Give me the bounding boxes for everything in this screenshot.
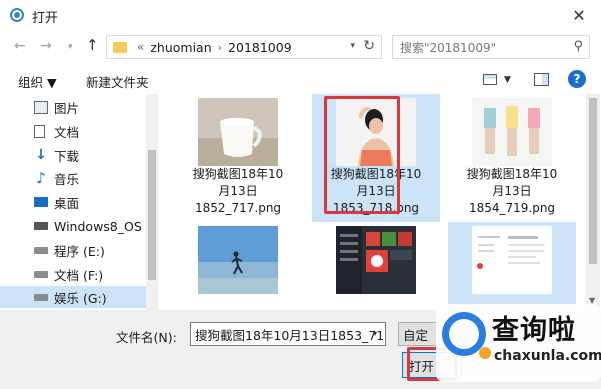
music-icon: ♪ bbox=[36, 169, 46, 187]
three-people-thumbnail bbox=[472, 98, 552, 166]
watermark-brand-en: chaxunla.com bbox=[494, 348, 601, 364]
sidebar-item-label: 桌面 bbox=[54, 195, 80, 211]
sidebar-item-label: 文档 bbox=[54, 124, 80, 140]
drive-icon bbox=[34, 246, 48, 254]
file-name: 搜狗截图18年10 月13日 1852_717.png bbox=[192, 167, 284, 215]
help-icon[interactable]: ? bbox=[568, 70, 586, 88]
sidebar-item-label: 下载 bbox=[54, 148, 80, 164]
filename-dropdown-icon[interactable]: ▾ bbox=[373, 329, 377, 338]
sidebar-item-desktop[interactable]: 桌面 bbox=[0, 191, 146, 213]
file-item[interactable] bbox=[448, 222, 576, 310]
file-name: 搜狗截图18年10 月13日 1853_718.png bbox=[330, 167, 422, 215]
watermark-brand-cn: 查询啦 bbox=[492, 315, 576, 346]
file-type-label: 自定 bbox=[403, 327, 429, 343]
sidebar-item-label: 娱乐 (G:) bbox=[54, 290, 107, 306]
open-button-label: 打开 bbox=[409, 358, 435, 374]
address-bar[interactable]: « zhuomian › 20181009 ▾ ↻ bbox=[106, 35, 382, 59]
windows-drive-icon bbox=[34, 222, 48, 230]
sidebar-item-label: 图片 bbox=[54, 100, 80, 116]
breadcrumb-20181009[interactable]: 20181009 bbox=[228, 40, 292, 55]
forward-arrow-icon[interactable]: → bbox=[40, 38, 52, 54]
address-dropdown-icon[interactable]: ▾ bbox=[350, 41, 355, 51]
sogou-app-icon bbox=[10, 8, 24, 22]
filename-value: 搜狗截图18年10月13日1853_718 bbox=[195, 327, 386, 343]
recent-locations-chevron-icon[interactable]: ▾ bbox=[68, 42, 73, 52]
search-icon[interactable]: ⚲ bbox=[573, 39, 583, 54]
search-magnifier-logo-icon bbox=[442, 312, 491, 359]
settings-page-thumbnail bbox=[472, 226, 552, 294]
navigation-scrollbar-thumb[interactable] bbox=[148, 150, 156, 280]
pictures-icon bbox=[34, 100, 48, 114]
sidebar-item-documents[interactable]: 文档 bbox=[0, 120, 146, 142]
window-title: 打开 bbox=[32, 11, 59, 26]
sidebar-item-downloads[interactable]: ↓ 下载 bbox=[0, 144, 146, 166]
view-options-icon[interactable] bbox=[483, 74, 497, 85]
filename-label: 文件名(N): bbox=[116, 330, 177, 345]
refresh-icon[interactable]: ↻ bbox=[363, 38, 375, 54]
sidebar-item-music[interactable]: ♪ 音乐 bbox=[0, 167, 146, 189]
folder-icon bbox=[113, 41, 127, 53]
sidebar-item-label: Windows8_OS (C bbox=[54, 218, 158, 234]
address-row: ← → ▾ ↑ « zhuomian › 20181009 ▾ ↻ 搜索"201… bbox=[0, 30, 601, 66]
preview-pane-icon[interactable] bbox=[534, 73, 549, 86]
file-item[interactable] bbox=[312, 222, 440, 310]
file-scrollbar-thumb[interactable] bbox=[589, 98, 597, 264]
download-icon: ↓ bbox=[35, 147, 47, 163]
sidebar-item-pictures[interactable]: 图片 bbox=[0, 96, 146, 118]
file-item[interactable]: 搜狗截图18年10 月13日 1852_717.png bbox=[174, 94, 302, 222]
up-arrow-icon[interactable]: ↑ bbox=[86, 36, 99, 54]
back-arrow-icon[interactable]: ← bbox=[14, 38, 26, 54]
organize-menu-button[interactable]: 组织 ▼ bbox=[18, 72, 57, 91]
sidebar-item-label: 文档 (F:) bbox=[54, 267, 104, 283]
sidebar-item-windows8-os[interactable]: Windows8_OS (C bbox=[0, 215, 158, 237]
sidebar-item-drive-e[interactable]: 程序 (E:) bbox=[0, 239, 146, 261]
new-folder-button[interactable]: 新建文件夹 bbox=[86, 72, 149, 91]
breadcrumb-chevron-icon[interactable]: › bbox=[218, 41, 222, 54]
watermark-logo: 查询啦 chaxunla.com bbox=[436, 304, 601, 382]
sidebar-item-drive-g[interactable]: 娱乐 (G:) bbox=[0, 286, 146, 308]
breadcrumb-overflow-icon[interactable]: « bbox=[137, 40, 144, 54]
start-menu-thumbnail bbox=[336, 226, 416, 294]
filename-input[interactable]: 搜狗截图18年10月13日1853_718 bbox=[190, 322, 386, 346]
sidebar-item-label: 程序 (E:) bbox=[54, 243, 105, 259]
file-item-selected[interactable]: 搜狗截图18年10 月13日 1853_718.png bbox=[312, 94, 440, 222]
drive-icon bbox=[34, 270, 48, 278]
close-button[interactable]: ✕ bbox=[557, 0, 601, 30]
search-placeholder: 搜索"20181009" bbox=[400, 40, 497, 55]
desktop-icon bbox=[34, 197, 48, 207]
breadcrumb-zhuomian[interactable]: zhuomian bbox=[150, 40, 211, 55]
milk-pitcher-thumbnail bbox=[198, 98, 278, 166]
file-grid: 搜狗截图18年10 月13日 1852_717.png 搜狗截图18年10 月13日 1… bbox=[158, 94, 586, 310]
navigation-pane: 图片 文档 ↓ 下载 ♪ 音乐 桌面 Windows8_OS (C 程序 (E:… bbox=[0, 94, 158, 310]
sidebar-item-label: 音乐 bbox=[54, 171, 80, 187]
sidebar-item-drive-f[interactable]: 文档 (F:) bbox=[0, 263, 146, 285]
beach-runner-thumbnail bbox=[198, 226, 278, 294]
title-bar: 打开 ✕ bbox=[0, 0, 601, 30]
drive-icon bbox=[34, 293, 48, 301]
documents-icon bbox=[34, 124, 45, 138]
search-input[interactable]: 搜索"20181009" ⚲ bbox=[392, 35, 590, 59]
view-dropdown-icon[interactable]: ▼ bbox=[504, 75, 511, 85]
woman-portrait-thumbnail bbox=[336, 98, 416, 166]
file-name: 搜狗截图18年10 月13日 1854_719.png bbox=[466, 167, 558, 215]
file-item[interactable]: 搜狗截图18年10 月13日 1854_719.png bbox=[448, 94, 576, 222]
toolbar: 组织 ▼ 新建文件夹 ▼ ? bbox=[0, 66, 601, 94]
file-item[interactable] bbox=[174, 222, 302, 310]
